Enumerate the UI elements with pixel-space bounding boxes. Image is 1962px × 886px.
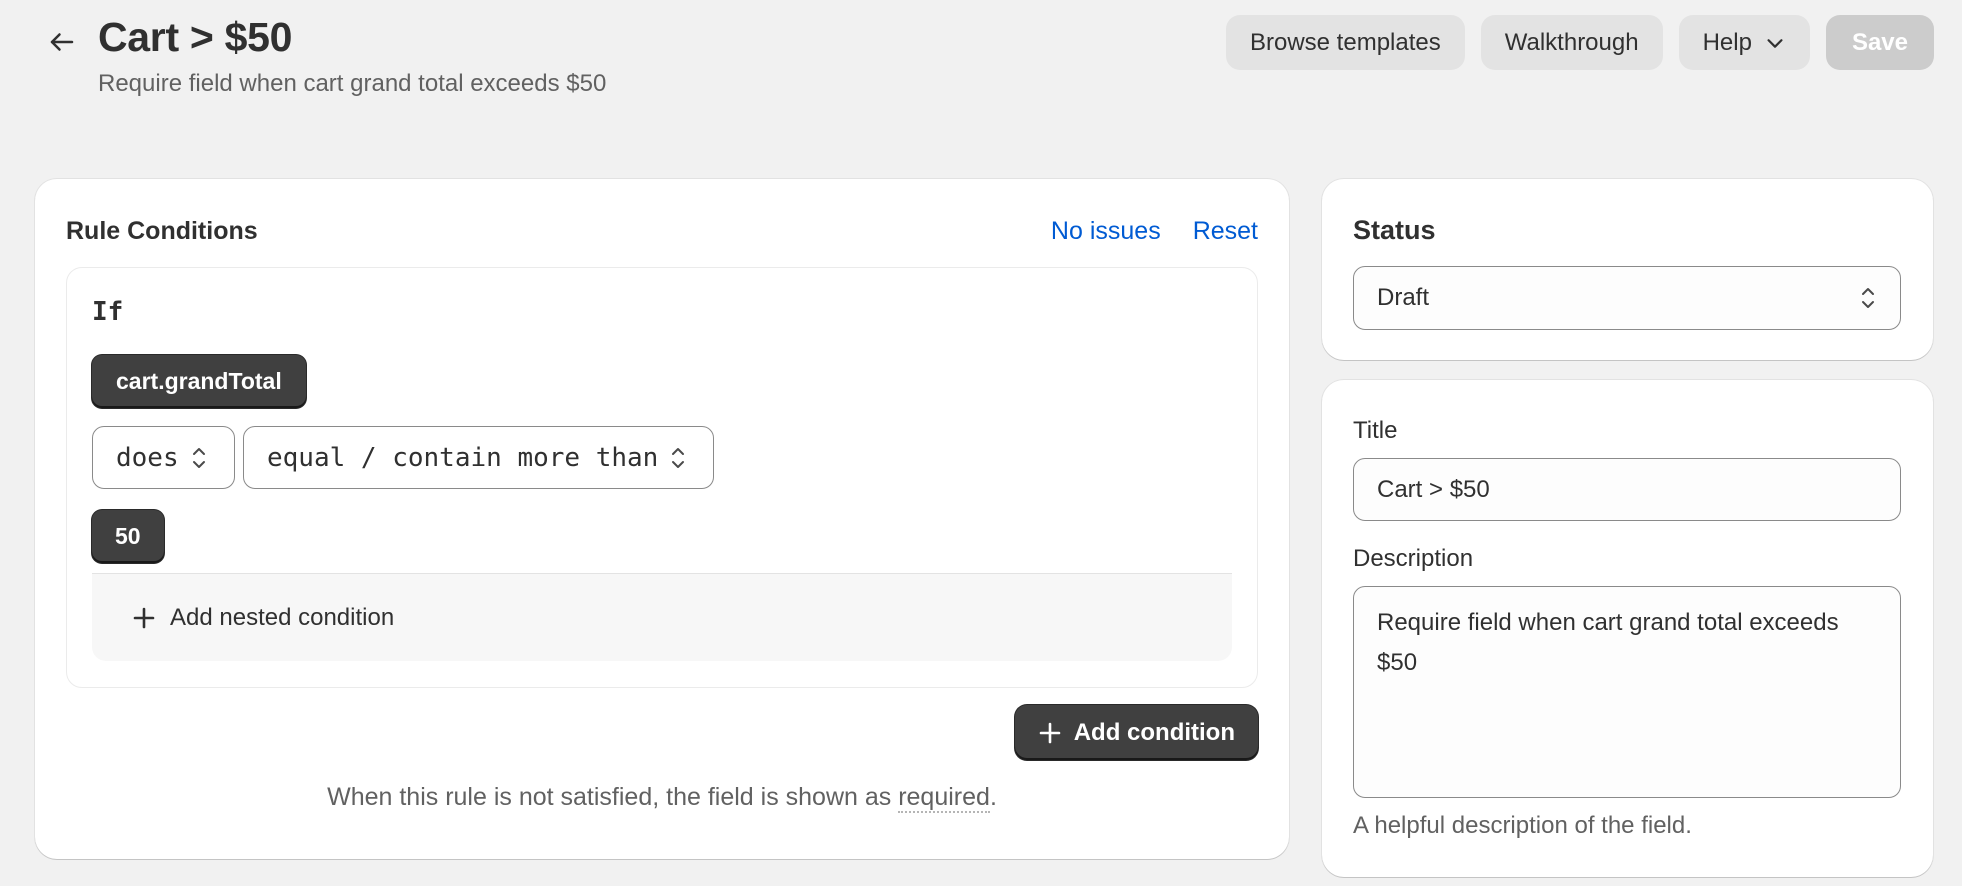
save-label: Save <box>1851 28 1908 56</box>
operator-select-value: equal / contain more than <box>267 442 659 473</box>
status-select-value: Draft <box>1377 284 1430 311</box>
reset-link[interactable]: Reset <box>1193 217 1258 246</box>
select-chevrons-icon <box>672 447 685 468</box>
add-condition-button[interactable]: Add condition <box>1014 705 1258 760</box>
status-card: Status Draft <box>1322 179 1933 360</box>
select-chevrons-icon <box>1862 288 1874 308</box>
rule-note: When this rule is not satisfied, the fie… <box>35 783 1289 813</box>
plus-icon <box>1039 722 1061 743</box>
rule-note-prefix: When this rule is not satisfied, the fie… <box>327 783 899 811</box>
rule-conditions-actions: No issues Reset <box>1051 217 1258 246</box>
add-nested-condition-button[interactable]: Add nested condition <box>92 573 1232 661</box>
if-label: If <box>92 297 124 327</box>
field-details-card: Title Cart > $50 Description Require fie… <box>1322 380 1933 877</box>
help-label: Help <box>1702 28 1752 56</box>
walkthrough-label: Walkthrough <box>1504 28 1639 56</box>
page-subtitle: Require field when cart grand total exce… <box>98 70 607 97</box>
does-select-value: does <box>116 442 179 473</box>
rule-note-suffix: . <box>989 783 997 811</box>
rule-conditions-title: Rule Conditions <box>66 217 258 245</box>
description-label: Description <box>1353 545 1474 572</box>
title-label: Title <box>1353 417 1398 444</box>
description-help-text: A helpful description of the field. <box>1353 812 1692 839</box>
select-chevrons-icon <box>192 447 205 468</box>
does-select[interactable]: does <box>92 426 235 489</box>
operator-select[interactable]: equal / contain more than <box>243 426 714 489</box>
back-button[interactable] <box>44 24 80 60</box>
rule-conditions-card: Rule Conditions No issues Reset If cart.… <box>35 179 1289 859</box>
required-term: required <box>898 783 990 813</box>
save-button[interactable]: Save <box>1825 15 1934 70</box>
page-title: Cart > $50 <box>98 14 293 60</box>
condition-group: If cart.grandTotal does equal / contain … <box>66 267 1258 688</box>
description-textarea[interactable]: Require field when cart grand total exce… <box>1353 586 1901 798</box>
browse-templates-button[interactable]: Browse templates <box>1225 15 1465 70</box>
arrow-left-icon <box>50 33 74 51</box>
add-condition-label: Add condition <box>1073 718 1235 746</box>
no-issues-link[interactable]: No issues <box>1051 217 1161 246</box>
help-button[interactable]: Help <box>1678 15 1810 70</box>
title-input[interactable]: Cart > $50 <box>1353 458 1901 521</box>
status-select[interactable]: Draft <box>1353 266 1901 330</box>
walkthrough-button[interactable]: Walkthrough <box>1480 15 1663 70</box>
plus-icon <box>133 607 155 628</box>
value-chip[interactable]: 50 <box>92 510 164 563</box>
add-nested-condition-label: Add nested condition <box>170 603 395 631</box>
header-actions: Browse templates Walkthrough Help Save <box>1225 15 1934 70</box>
browse-templates-label: Browse templates <box>1249 28 1441 56</box>
field-chip[interactable]: cart.grandTotal <box>92 355 306 408</box>
status-label: Status <box>1353 215 1436 245</box>
chevron-down-icon <box>1767 38 1783 48</box>
